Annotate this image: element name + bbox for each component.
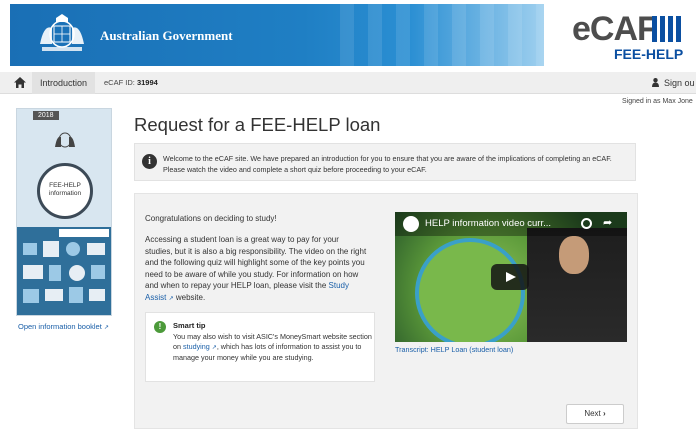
signed-in-text: Signed in as Max Jone: [622, 98, 693, 105]
banner-stripes: [340, 4, 544, 66]
ecaf-logo-subtitle: FEE-HELP: [614, 46, 684, 62]
studying-link[interactable]: studying ↗: [183, 342, 217, 351]
sign-out-link[interactable]: Sign ou: [652, 72, 695, 94]
welcome-alert-text: Welcome to the eCAF site. We have prepar…: [163, 154, 612, 174]
booklet-crest-icon: [55, 132, 75, 148]
government-banner: Australian Government: [10, 4, 544, 66]
chevron-right-icon: ›: [603, 409, 606, 418]
ecaf-id: eCAF ID: 31994: [104, 72, 158, 94]
page-title: Request for a FEE-HELP loan: [134, 114, 381, 135]
open-booklet-label: Open information booklet: [18, 322, 102, 331]
smart-tip-title: Smart tip: [173, 321, 206, 330]
coat-of-arms-icon: [40, 14, 84, 51]
ecaf-logo-bars-icon: [652, 16, 684, 47]
smart-tip-box: ! Smart tip You may also wish to visit A…: [145, 312, 375, 382]
nav-introduction[interactable]: Introduction: [32, 72, 96, 94]
congrats-text: Congratulations on deciding to study!: [145, 214, 277, 223]
help-video-player[interactable]: HELP information video curr... ➦: [395, 212, 627, 342]
channel-avatar-icon[interactable]: [403, 216, 419, 232]
presenter-head: [559, 236, 589, 274]
intro-paragraph: Accessing a student loan is a great way …: [145, 234, 367, 305]
share-icon[interactable]: ➦: [603, 216, 612, 229]
welcome-alert: i Welcome to the eCAF site. We have prep…: [134, 143, 636, 181]
ecaf-logo[interactable]: eCAF FEE-HELP: [572, 10, 692, 62]
external-link-icon: ↗: [168, 295, 174, 302]
next-label: Next: [584, 409, 601, 418]
external-link-icon: ↗: [103, 325, 109, 331]
video-presenter: [527, 228, 627, 342]
transcript-link[interactable]: Transcript: HELP Loan (student loan): [395, 345, 513, 354]
play-button[interactable]: [491, 264, 529, 290]
intro-panel: Congratulations on deciding to study! Ac…: [134, 193, 638, 429]
ecaf-id-value: 31994: [136, 78, 158, 87]
booklet-year-badge: 2018: [33, 111, 59, 120]
information-booklet-cover[interactable]: 2018 FEE-HELP information: [16, 108, 112, 316]
smart-tip-text: You may also wish to visit ASIC's MoneyS…: [173, 332, 373, 363]
info-icon: i: [142, 154, 157, 169]
studying-link-label: studying: [183, 342, 210, 351]
government-title: Australian Government: [100, 28, 233, 43]
user-icon: [652, 78, 659, 87]
video-illustration: [415, 238, 525, 342]
sign-out-label: Sign ou: [664, 78, 695, 88]
top-navbar: Introduction eCAF ID: 31994 Sign ou: [0, 72, 696, 94]
next-button[interactable]: Next ›: [566, 404, 624, 424]
ecaf-id-label: eCAF ID:: [104, 78, 135, 87]
ecaf-logo-word: eCAF: [572, 10, 658, 48]
open-booklet-link[interactable]: Open information booklet ↗: [18, 322, 109, 331]
booklet-illustration: [17, 227, 111, 315]
video-title[interactable]: HELP information video curr...: [425, 218, 551, 229]
home-icon[interactable]: [14, 77, 26, 88]
exclamation-icon: !: [154, 321, 166, 333]
watch-later-icon[interactable]: [581, 218, 592, 229]
booklet-clock: FEE-HELP information: [37, 163, 93, 219]
intro-paragraph-end: website.: [175, 292, 206, 302]
booklet-icons-icon: [23, 229, 109, 303]
site-header: Australian Government eCAF FEE-HELP: [0, 0, 696, 72]
